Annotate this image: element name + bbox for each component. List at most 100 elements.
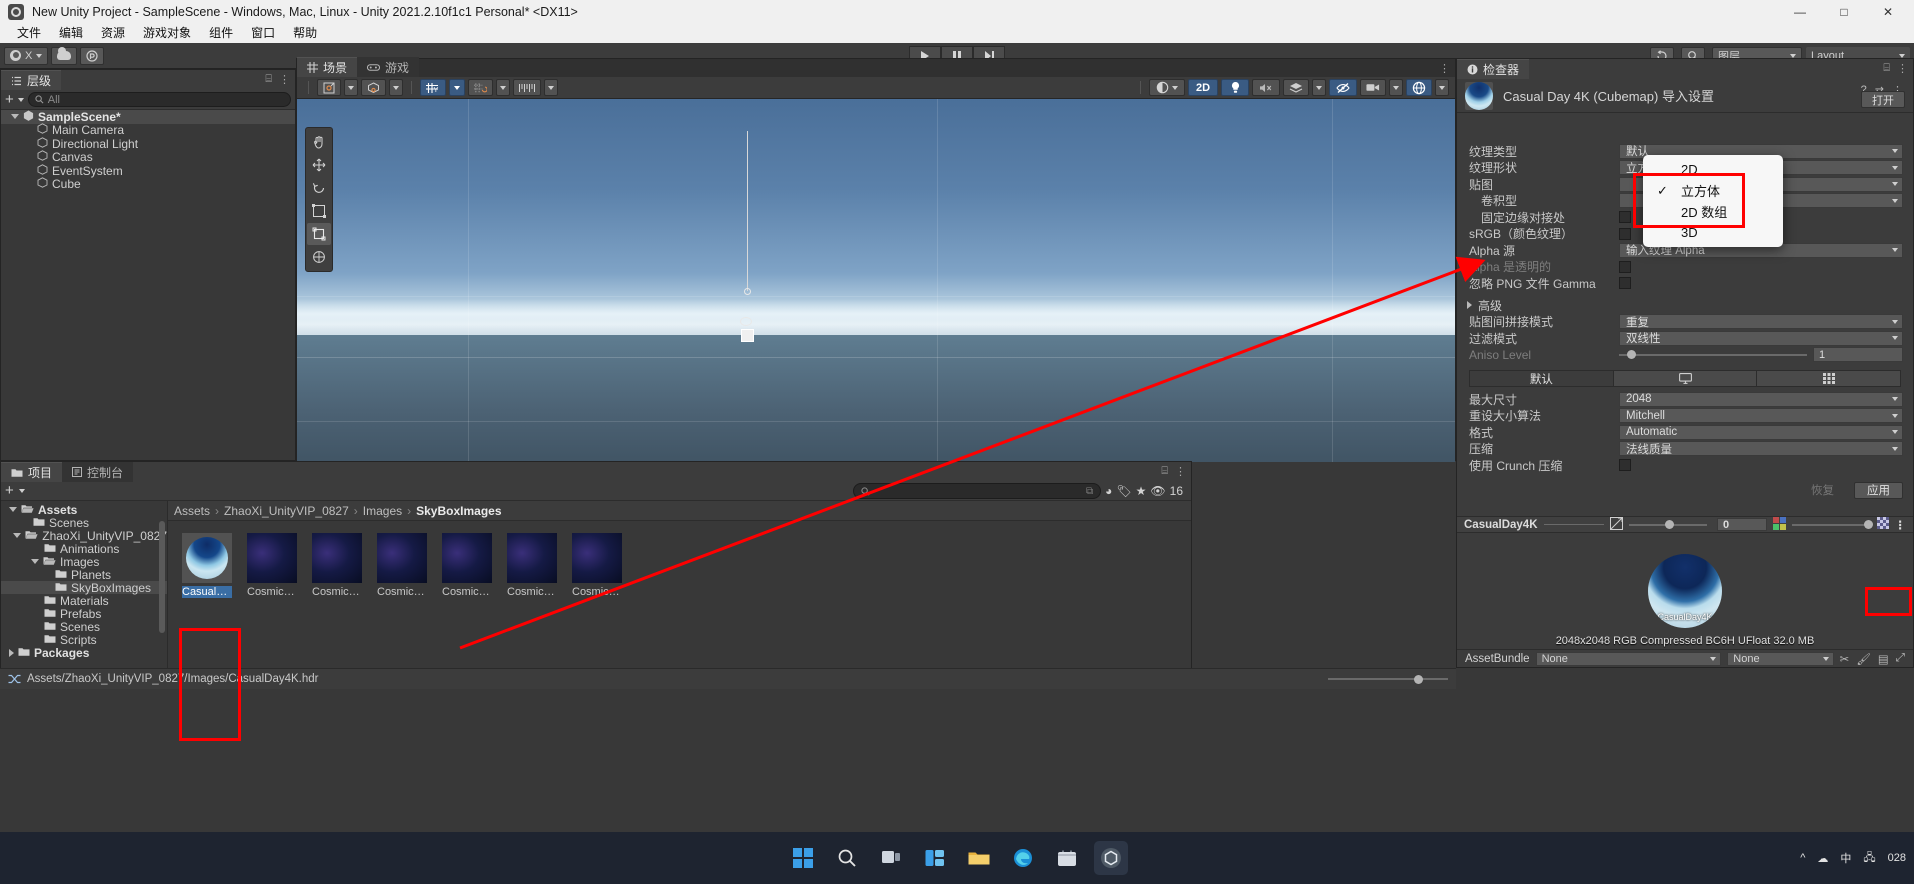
dropdown[interactable]: Mitchell <box>1619 408 1903 424</box>
dropdown[interactable]: 法线质量 <box>1619 441 1903 457</box>
hierarchy-item[interactable]: SampleScene* <box>1 110 295 124</box>
menu-item-assets[interactable]: 资源 <box>92 24 134 43</box>
favorites-icon[interactable]: ★ <box>1136 484 1147 498</box>
maximize-button[interactable]: □ <box>1822 0 1866 24</box>
popup-item-cube[interactable]: ✓ 立方体 <box>1643 180 1783 201</box>
breadcrumb-item[interactable]: Images <box>363 504 402 518</box>
collab-button[interactable] <box>80 46 105 65</box>
checkbox[interactable] <box>1619 260 1631 273</box>
preview-sphere[interactable]: CasualDay4K <box>1648 554 1722 628</box>
more-menu-icon[interactable]: ⋮ <box>1895 518 1907 532</box>
grid-snap-toggle[interactable]: Y <box>420 79 446 96</box>
menu-item-gameobject[interactable]: 游戏对象 <box>134 24 200 43</box>
lock-icon[interactable]: ⌸ <box>265 73 272 86</box>
tab-scene[interactable]: 场景 <box>297 57 358 77</box>
tab-hierarchy[interactable]: 层级 <box>1 70 62 90</box>
search-icon[interactable] <box>830 841 864 875</box>
pivot-mode-dropdown[interactable] <box>344 79 358 96</box>
asset-item[interactable]: CosmicCoo... <box>572 533 622 671</box>
scene-fx-dropdown[interactable] <box>1312 79 1326 96</box>
filter-type-icon[interactable]: ◕ <box>1105 484 1112 498</box>
ruler-dropdown[interactable] <box>544 79 558 96</box>
project-tree-item[interactable]: Animations <box>1 542 167 556</box>
project-tree-item[interactable]: Packages <box>1 646 167 660</box>
asset-item[interactable]: CosmicCoo... <box>312 533 362 671</box>
2d-toggle-button[interactable]: 2D <box>1188 79 1218 96</box>
mip-level-slider[interactable] <box>1628 520 1708 529</box>
checkbox[interactable] <box>1619 211 1631 224</box>
hierarchy-item[interactable]: EventSystem <box>1 164 295 178</box>
more-menu-icon[interactable]: ⋮ <box>1175 465 1186 478</box>
scene-lighting-toggle[interactable] <box>1221 79 1249 96</box>
pivot-mode-button[interactable] <box>317 79 341 96</box>
close-button[interactable]: ✕ <box>1866 0 1910 24</box>
texture-shape-dropdown-popup[interactable]: ✓ 2D ✓ 立方体 ✓ 2D 数组 ✓ 3D <box>1643 155 1783 247</box>
tab-inspector[interactable]: 检查器 <box>1457 59 1530 79</box>
hierarchy-add-button[interactable]: + <box>5 92 14 107</box>
breadcrumb-item[interactable]: SkyBoxImages <box>416 504 501 518</box>
scene-viewport[interactable] <box>297 99 1455 462</box>
chevron-down-icon[interactable] <box>31 559 39 564</box>
layers-icon[interactable]: ▤ <box>1878 652 1889 666</box>
status-zoom-slider[interactable] <box>1328 674 1448 684</box>
store-icon[interactable] <box>1050 841 1084 875</box>
project-tree-item[interactable]: ZhaoXi_UnityVIP_0827 <box>1 529 167 543</box>
gizmos-toggle[interactable] <box>1406 79 1432 96</box>
mip-level-value[interactable]: 0 <box>1717 518 1768 531</box>
project-tree-scrollbar[interactable] <box>158 503 166 669</box>
tray-chevron-icon[interactable]: ^ <box>1800 852 1805 864</box>
project-tree-item[interactable]: Materials <box>1 594 167 608</box>
selection-rotate-dot[interactable] <box>740 317 752 326</box>
tab-project[interactable]: 项目 <box>1 462 63 482</box>
project-search-input[interactable]: ⧉ <box>853 483 1102 499</box>
minimize-button[interactable]: — <box>1778 0 1822 24</box>
handle-space-dropdown[interactable] <box>389 79 403 96</box>
rgb-channel-icon[interactable] <box>1773 516 1787 533</box>
menu-item-window[interactable]: 窗口 <box>242 24 284 43</box>
move-tool-button[interactable] <box>307 154 331 176</box>
hierarchy-search-input[interactable]: All <box>27 92 291 107</box>
hierarchy-item[interactable]: Main Camera <box>1 123 295 137</box>
checkbox[interactable] <box>1619 227 1631 240</box>
asset-item[interactable]: CasualDay... <box>182 533 232 671</box>
hierarchy-item[interactable]: Canvas <box>1 150 295 164</box>
gizmos-dropdown[interactable] <box>1435 79 1449 96</box>
platform-tab-default[interactable]: 默认 <box>1470 371 1614 386</box>
scene-camera-button[interactable] <box>1360 79 1386 96</box>
aniso-level-slider[interactable] <box>1619 347 1807 362</box>
asset-item[interactable]: CosmicCoo... <box>377 533 427 671</box>
hand-tool-button[interactable] <box>307 131 331 153</box>
project-tree-item[interactable]: Prefabs <box>1 607 167 621</box>
chevron-down-icon[interactable] <box>9 507 17 512</box>
explorer-icon[interactable] <box>962 841 996 875</box>
chevron-right-icon[interactable] <box>9 648 14 657</box>
checkbox[interactable] <box>1619 277 1631 290</box>
mip-toggle-icon[interactable] <box>1609 516 1623 533</box>
platform-tab-android[interactable] <box>1757 371 1901 386</box>
search-expand-icon[interactable]: ⧉ <box>1086 486 1093 497</box>
assetbundle-dropdown[interactable]: None <box>1535 651 1722 666</box>
project-tree-item[interactable]: Scenes <box>1 516 167 530</box>
rect-tool-button[interactable] <box>307 223 331 245</box>
more-menu-icon[interactable]: ⋮ <box>279 73 290 86</box>
popup-item-2d[interactable]: ✓ 2D <box>1643 159 1783 180</box>
breadcrumb-item[interactable]: Assets <box>174 504 210 518</box>
chevron-down-icon[interactable] <box>17 97 24 102</box>
tray-net-icon[interactable]: 🖧 <box>1863 849 1875 868</box>
tab-game[interactable]: 游戏 <box>357 57 420 77</box>
asset-item[interactable]: CosmicCoo... <box>442 533 492 671</box>
apply-button[interactable]: 应用 <box>1854 481 1903 499</box>
tab-console[interactable]: 控制台 <box>62 462 134 482</box>
hierarchy-item[interactable]: Cube <box>1 177 295 191</box>
checkbox[interactable] <box>1619 459 1631 472</box>
revert-button[interactable]: 恢复 <box>1799 482 1846 499</box>
dropdown[interactable]: Automatic <box>1619 424 1903 440</box>
project-add-button[interactable]: + <box>5 483 14 498</box>
scene-camera-dropdown[interactable] <box>1389 79 1403 96</box>
project-tree-item[interactable]: Scripts <box>1 633 167 647</box>
unity-icon[interactable] <box>1094 841 1128 875</box>
advanced-foldout[interactable]: 高级 <box>1457 297 1913 314</box>
dropdown[interactable]: 2048 <box>1619 391 1903 407</box>
filter-label-icon[interactable]: 🏷 <box>1116 484 1131 498</box>
project-tree-item[interactable]: Images <box>1 555 167 569</box>
